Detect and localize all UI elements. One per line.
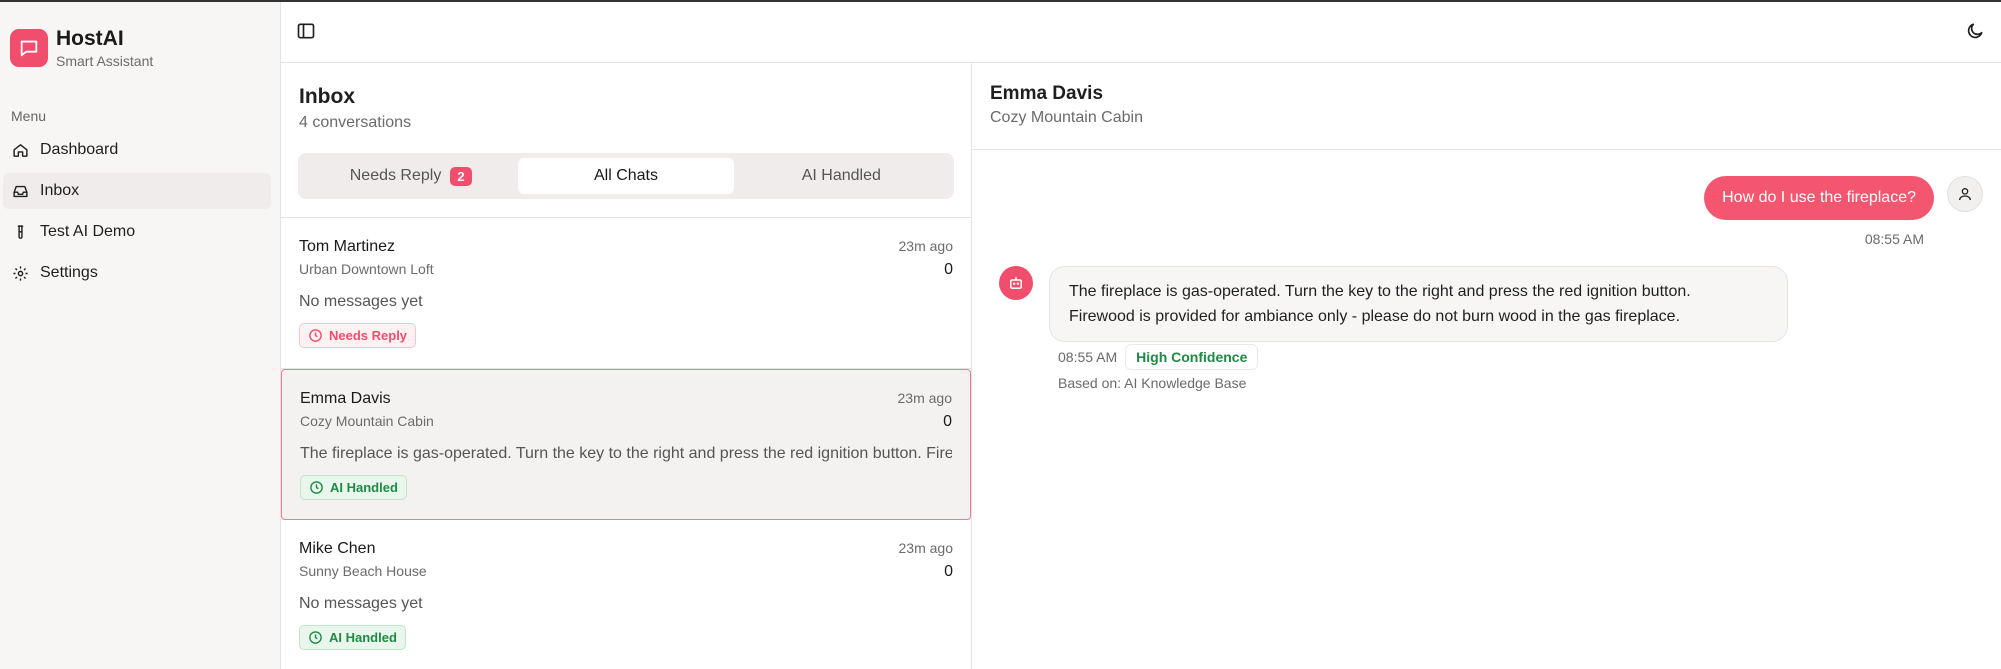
sidebar-item-label: Inbox (40, 182, 80, 199)
guest-message-time: 08:55 AM (1864, 231, 1924, 247)
property-name: Urban Downtown Loft (299, 261, 434, 277)
count-badge: 2 (450, 166, 472, 186)
tab-needs-reply[interactable]: Needs Reply 2 (303, 158, 518, 194)
guest-name: Tom Martinez (299, 238, 396, 255)
bot-icon (999, 266, 1033, 300)
sidebar-item-label: Test AI Demo (40, 223, 136, 240)
inbox-panel: Inbox 4 conversations Needs Reply 2 All … (281, 63, 972, 669)
message-count: 0 (944, 261, 953, 278)
chat-property-name: Cozy Mountain Cabin (990, 109, 1143, 126)
timestamp: 23m ago (898, 238, 953, 254)
confidence-badge: High Confidence (1125, 344, 1259, 370)
home-icon (13, 143, 28, 157)
chat-header: Emma Davis Cozy Mountain Cabin (972, 63, 2001, 150)
sidebar: HostAI Smart Assistant Menu Dashboard In… (0, 2, 281, 669)
gear-icon (13, 265, 28, 281)
menu-label: Menu (11, 108, 47, 124)
message-count: 0 (944, 563, 953, 580)
status-badge: AI Handled (300, 475, 407, 500)
tab-ai-handled[interactable]: AI Handled (734, 158, 949, 194)
status-label: AI Handled (330, 480, 398, 495)
property-name: Cozy Mountain Cabin (300, 413, 434, 429)
timestamp: 23m ago (898, 540, 953, 556)
test-tube-icon (17, 224, 24, 239)
brand-subtitle: Smart Assistant (56, 53, 154, 69)
sidebar-item-inbox[interactable]: Inbox (3, 173, 271, 209)
list-item[interactable]: Mike Chen Sunny Beach House 23m ago 0 No… (281, 520, 971, 669)
status-label: AI Handled (329, 630, 397, 645)
list-item[interactable]: Tom Martinez Urban Downtown Loft 23m ago… (281, 218, 971, 369)
ai-message-bubble: The fireplace is gas-operated. Turn the … (1049, 266, 1788, 342)
message-preview: No messages yet (299, 595, 423, 612)
clock-icon (310, 481, 323, 494)
sidebar-item-test-ai-demo[interactable]: Test AI Demo (3, 214, 271, 250)
clock-icon (309, 631, 322, 644)
guest-name: Mike Chen (299, 540, 376, 557)
inbox-icon (13, 185, 28, 197)
conversation-list: Tom Martinez Urban Downtown Loft 23m ago… (281, 217, 971, 669)
guest-message-bubble: How do I use the fireplace? (1704, 176, 1934, 220)
guest-name: Emma Davis (300, 390, 391, 407)
source-note: Based on: AI Knowledge Base (1058, 375, 1247, 391)
timestamp: 23m ago (897, 390, 952, 406)
message-preview: No messages yet (299, 293, 423, 310)
status-label: Needs Reply (329, 328, 408, 343)
brand-name: HostAI (56, 27, 124, 50)
sidebar-toggle-icon[interactable] (296, 21, 316, 41)
brand[interactable]: HostAI Smart Assistant (10, 27, 153, 69)
status-badge: Needs Reply (299, 323, 417, 348)
ai-message-line: The fireplace is gas-operated. Turn the … (1069, 283, 1691, 300)
sidebar-nav: Dashboard Inbox Test AI Demo Settings (3, 132, 271, 296)
sidebar-item-label: Dashboard (40, 141, 119, 158)
status-badge: AI Handled (299, 625, 406, 650)
message-count: 0 (943, 413, 952, 430)
ai-message-meta: 08:55 AM High Confidence (1058, 344, 1259, 370)
conversation-count: 4 conversations (299, 114, 412, 131)
chat-guest-name: Emma Davis (990, 83, 1104, 104)
top-bar (281, 2, 2001, 63)
chat-panel: Emma Davis Cozy Mountain Cabin How do I … (972, 63, 2001, 669)
inbox-tabs: Needs Reply 2 All Chats AI Handled (298, 153, 954, 199)
clock-icon (309, 329, 322, 342)
property-name: Sunny Beach House (299, 563, 427, 579)
chat-logo-icon (10, 29, 48, 67)
sidebar-item-label: Settings (40, 264, 98, 281)
moon-icon[interactable] (1965, 21, 1985, 41)
list-item[interactable]: Emma Davis Cozy Mountain Cabin 23m ago 0… (281, 369, 971, 520)
tab-label: Needs Reply (349, 167, 442, 184)
app-window: HostAI Smart Assistant Menu Dashboard In… (0, 0, 2001, 669)
sidebar-item-dashboard[interactable]: Dashboard (3, 132, 271, 168)
user-icon (1947, 176, 1983, 212)
page-title: Inbox (299, 85, 355, 108)
tab-label: All Chats (593, 167, 658, 184)
message-preview: The fireplace is gas-operated. Turn the … (300, 445, 952, 462)
tab-all-chats[interactable]: All Chats (518, 158, 734, 194)
tab-label: AI Handled (801, 167, 881, 184)
ai-message-line: Firewood is provided for ambiance only -… (1069, 308, 1681, 325)
sidebar-item-settings[interactable]: Settings (3, 255, 271, 291)
ai-message-time: 08:55 AM (1058, 349, 1118, 365)
